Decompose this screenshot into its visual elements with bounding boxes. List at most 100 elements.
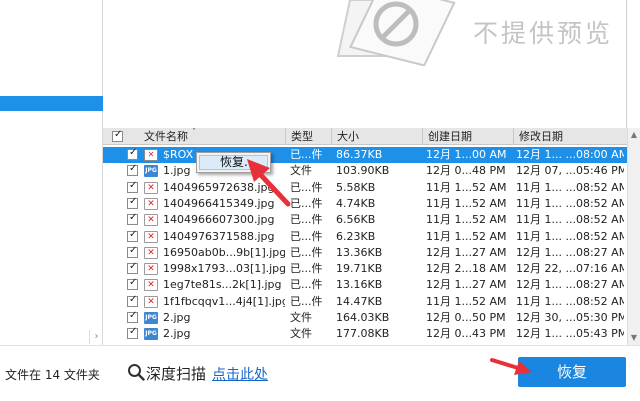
row-modified-date: 12月 07, ...05:46 PM xyxy=(516,164,624,178)
scroll-up-icon[interactable]: ▲ xyxy=(628,128,640,142)
row-created-date: 12月 0...43 PM xyxy=(426,327,506,341)
jpg-file-icon: JPG xyxy=(144,312,158,324)
row-file-type: 文件 xyxy=(290,164,312,178)
no-preview-text: 不提供预览 xyxy=(473,19,614,48)
row-checkbox[interactable] xyxy=(127,196,138,209)
no-preview-image-icon xyxy=(336,0,456,66)
row-checkbox[interactable] xyxy=(127,229,138,242)
row-file-size: 164.03KB xyxy=(336,311,390,324)
row-file-type: 已...件 xyxy=(290,213,323,227)
row-checkbox[interactable] xyxy=(127,163,138,177)
sort-ascending-icon: ˄ xyxy=(192,128,196,136)
row-checkbox[interactable] xyxy=(127,294,138,307)
row-file-size: 6.56KB xyxy=(336,213,376,227)
row-created-date: 12月 0...50 PM xyxy=(426,311,506,324)
table-vertical-scrollbar[interactable]: ▲ ▼ xyxy=(627,128,640,345)
row-file-name: 2.jpg xyxy=(163,327,191,341)
row-modified-date: 12月 1... ...08:00 AM xyxy=(516,148,624,161)
deep-scan-label[interactable]: 深度扫描 xyxy=(146,363,206,384)
table-row[interactable]: ✕ 1998x1793...03[1].jpg 已...件 19.71KB 12月 2.… xyxy=(103,261,627,277)
row-created-date: 11月 1...52 AM xyxy=(426,213,507,227)
table-row[interactable]: ✕ 1404966415349.jpg 已...件 4.74KB 11月 1...52 … xyxy=(103,196,627,212)
table-header: 文件名称 ˄ 类型 大小 创建日期 修改日期 xyxy=(103,128,627,145)
broken-image-icon: ✕ xyxy=(144,214,158,227)
broken-image-icon: ✕ xyxy=(144,197,158,210)
folder-tree-selected-item[interactable] xyxy=(0,96,103,111)
row-file-type: 已...件 xyxy=(290,294,323,308)
row-file-type: 已...件 xyxy=(290,262,323,276)
row-file-name: 1998x1793...03[1].jpg xyxy=(163,262,285,276)
row-file-name: 1404966415349.jpg xyxy=(163,196,275,210)
row-created-date: 12月 1...27 AM xyxy=(426,245,507,259)
row-file-name: 2.jpg xyxy=(163,311,191,324)
table-row[interactable]: ✕ 1f1fbcqqv1...4j4[1].jpg 已...件 14.47KB 11月 … xyxy=(103,294,627,310)
table-row[interactable]: ✕$ROX已...件86.37KB12月 1...00 AM12月 1... .… xyxy=(103,147,627,163)
search-icon[interactable] xyxy=(127,363,145,381)
jpg-file-icon: JPG xyxy=(144,165,158,178)
file-table: 文件名称 ˄ 类型 大小 创建日期 修改日期 ✕$ROX已...件86.37KB… xyxy=(103,128,627,345)
recover-button[interactable]: 恢复 xyxy=(518,357,626,387)
row-checkbox[interactable] xyxy=(127,277,138,291)
column-header-name[interactable]: 文件名称 ˄ xyxy=(139,128,289,145)
row-checkbox[interactable] xyxy=(127,212,138,226)
table-row[interactable]: ✕ 1404966607300.jpg 已...件 6.56KB 11月 1...52 … xyxy=(103,212,627,228)
broken-image-icon: ✕ xyxy=(144,181,158,194)
table-row[interactable]: ✕ 1404976371588.jpg 已...件 6.23KB 11月 1...52 … xyxy=(103,229,627,245)
preview-pane: 不提供预览 xyxy=(103,0,640,128)
row-checkbox[interactable] xyxy=(127,147,138,160)
row-file-type: 已...件 xyxy=(290,278,323,292)
broken-image-icon: ✕ xyxy=(144,246,158,259)
select-all-checkbox[interactable] xyxy=(112,129,123,142)
row-checkbox[interactable] xyxy=(127,310,138,323)
row-file-size: 13.16KB xyxy=(336,278,383,292)
row-file-size: 19.71KB xyxy=(336,262,383,276)
column-header-modified[interactable]: 修改日期 xyxy=(513,128,627,145)
broken-image-icon: ✕ xyxy=(144,279,158,292)
row-modified-date: 12月 1... ...05:43 PM xyxy=(516,327,624,341)
status-text: 文件在 14 文件夹 xyxy=(5,368,100,382)
row-checkbox[interactable] xyxy=(127,245,138,258)
table-row[interactable]: JPG 2.jpg 文件 177.08KB 12月 0...43 PM 12月 1... … xyxy=(103,326,627,342)
row-modified-date: 11月 1... ...08:52 AM xyxy=(516,180,624,194)
table-row[interactable]: ✕ 1eg7te81s...2k[1].jpg 已...件 13.16KB 12月 1.… xyxy=(103,277,627,293)
row-file-name: 16950ab0b...9b[1].jpg xyxy=(163,245,285,259)
column-header-created[interactable]: 创建日期 xyxy=(422,128,513,145)
preview-divider xyxy=(626,0,627,128)
row-file-size: 5.58KB xyxy=(336,180,376,194)
row-file-name: 1eg7te81s...2k[1].jpg xyxy=(163,278,282,292)
row-modified-date: 12月 1... ...08:27 AM xyxy=(516,278,624,292)
table-row[interactable]: JPG 2.jpg 文件 164.03KB 12月 0...50 PM 12月 30, .… xyxy=(103,310,627,326)
context-menu-recover-item[interactable]: 恢复... xyxy=(199,155,268,170)
row-checkbox[interactable] xyxy=(127,180,138,193)
row-file-size: 177.08KB xyxy=(336,327,390,341)
row-file-type: 已...件 xyxy=(290,148,323,161)
row-file-name: 1404966607300.jpg xyxy=(163,213,275,227)
table-row[interactable]: ✕ 1404965972638.jpg 已...件 5.58KB 11月 1...52 … xyxy=(103,180,627,196)
row-file-type: 已...件 xyxy=(290,245,323,259)
row-modified-date: 12月 30, ...05:30 PM xyxy=(516,311,624,324)
row-created-date: 11月 1...52 AM xyxy=(426,180,507,194)
table-row[interactable]: ✕ 16950ab0b...9b[1].jpg 已...件 13.36KB 12月 1.… xyxy=(103,245,627,261)
scroll-down-icon[interactable]: ▼ xyxy=(628,331,640,345)
column-header-name-label: 文件名称 xyxy=(144,130,188,143)
row-file-name: 1f1fbcqqv1...4j4[1].jpg xyxy=(163,294,285,308)
row-checkbox[interactable] xyxy=(127,261,138,275)
column-header-size[interactable]: 大小 xyxy=(331,128,422,145)
table-row[interactable]: JPG1.jpg文件103.90KB12月 0...48 PM12月 07, .… xyxy=(103,163,627,179)
folder-tree-panel[interactable]: › xyxy=(0,0,103,345)
context-menu: 恢复... xyxy=(196,152,271,173)
row-checkbox[interactable] xyxy=(127,326,138,340)
row-file-type: 文件 xyxy=(290,311,312,324)
row-modified-date: 11月 1... ...08:52 AM xyxy=(516,196,624,210)
row-file-type: 已...件 xyxy=(290,180,323,194)
broken-image-icon: ✕ xyxy=(144,230,158,243)
tree-scroll-right-button[interactable]: › xyxy=(89,330,103,344)
row-created-date: 11月 1...52 AM xyxy=(426,229,507,243)
row-file-type: 文件 xyxy=(290,327,312,341)
column-header-type[interactable]: 类型 xyxy=(285,128,331,145)
row-file-size: 4.74KB xyxy=(336,196,376,210)
row-created-date: 11月 1...52 AM xyxy=(426,196,507,210)
row-modified-date: 11月 1... ...08:52 AM xyxy=(516,213,624,227)
row-created-date: 12月 0...48 PM xyxy=(426,164,506,178)
click-here-link[interactable]: 点击此处 xyxy=(212,364,268,384)
